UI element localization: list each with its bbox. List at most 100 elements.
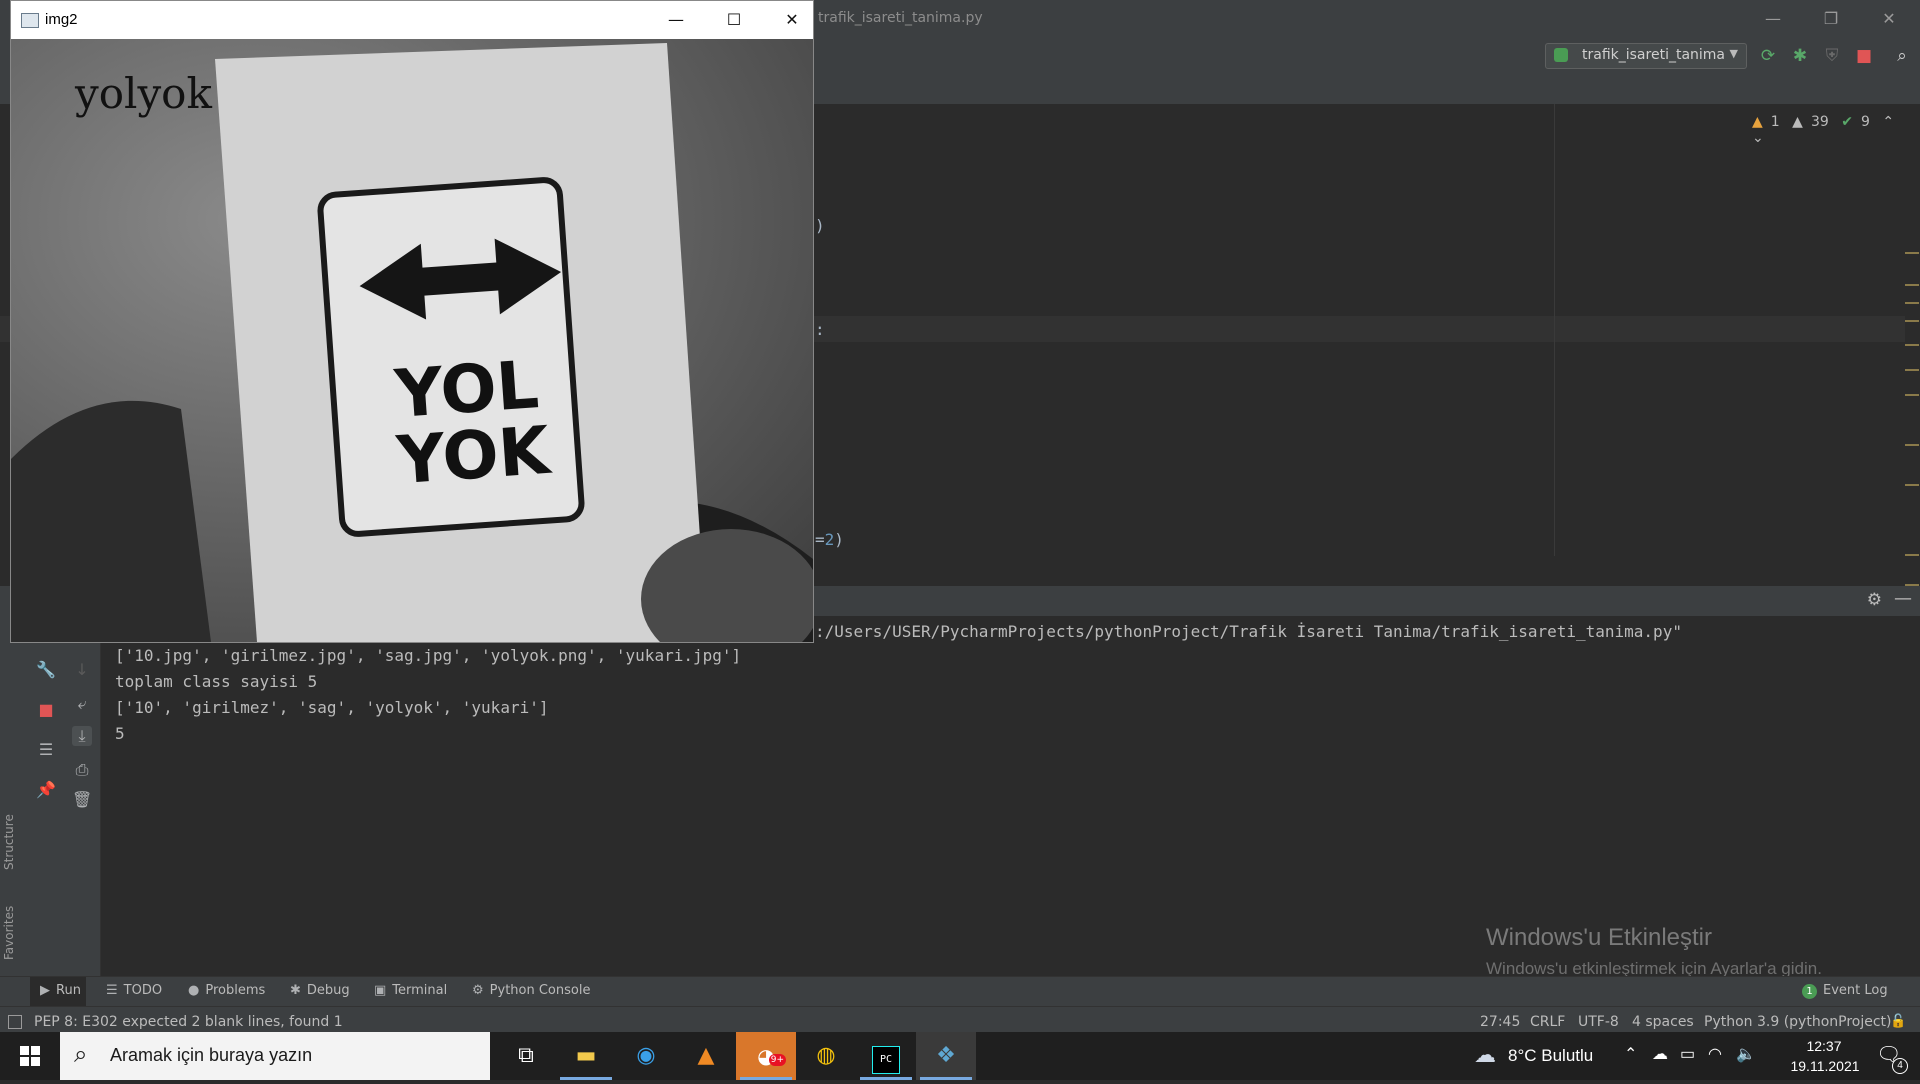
soft-wrap-icon[interactable]: ⤶ [72, 694, 92, 714]
terminal-icon: ▣ [374, 983, 387, 998]
python-file-icon [1554, 48, 1568, 62]
notification-count: 4 [1892, 1058, 1908, 1074]
stripe-mark[interactable] [1905, 302, 1919, 304]
tab-todo[interactable]: ☰ TODO [106, 983, 162, 998]
search-everywhere-icon[interactable]: ⌕ [1890, 44, 1914, 68]
stripe-mark[interactable] [1905, 444, 1919, 446]
notification-badge: 9+ [768, 1054, 786, 1066]
file-encoding[interactable]: UTF-8 [1578, 1014, 1619, 1030]
cv-title-bar[interactable]: img2 — ☐ ✕ [11, 1, 813, 39]
panel-toggle-icon[interactable] [8, 1015, 22, 1029]
inspection-widget[interactable]: ▲ 1 ▲ 39 ✔ 9 ⌃ ⌄ [1752, 114, 1920, 146]
cv-maximize-button[interactable]: ☐ [705, 1, 763, 39]
status-message[interactable]: PEP 8: E302 expected 2 blank lines, foun… [34, 1014, 343, 1030]
taskbar-search-box[interactable]: ⌕ Aramak için buraya yazın [60, 1032, 490, 1080]
pycharm-icon[interactable]: PC [856, 1032, 916, 1080]
ide-restore-button[interactable]: ❐ [1802, 0, 1860, 37]
tab-terminal[interactable]: ▣ Terminal [374, 983, 447, 998]
stripe-mark[interactable] [1905, 252, 1919, 254]
tab-run[interactable]: ▶ Run [40, 983, 81, 998]
cv-minimize-button[interactable]: — [647, 1, 705, 39]
ide-close-button[interactable]: ✕ [1860, 0, 1918, 37]
code-fragment: =2) [815, 530, 844, 549]
sign-text-line2: YOK [394, 411, 553, 500]
console-line: ['10.jpg', 'girilmez.jpg', 'sag.jpg', 'y… [115, 646, 742, 665]
system-tray: ☁ 8°C Bulutlu ⌃ ☁ ▭ ◠ 🔈 12:37 19.11.2021… [1460, 1032, 1920, 1080]
run-configuration-selector[interactable]: trafik_isareti_tanima ▼ [1545, 43, 1747, 69]
tab-python-console[interactable]: ⚙ Python Console [472, 983, 590, 998]
error-stripe[interactable] [1905, 244, 1920, 644]
debug-bug-icon[interactable]: ✱ [1788, 44, 1812, 68]
lock-icon[interactable]: 🔓 [1890, 1014, 1906, 1029]
debug-icon: ✱ [290, 983, 301, 998]
stripe-mark[interactable] [1905, 369, 1919, 371]
battery-icon[interactable]: ▭ [1680, 1044, 1695, 1064]
search-placeholder: Aramak için buraya yazın [110, 1045, 313, 1065]
onedrive-icon[interactable]: ☁ [1652, 1044, 1668, 1064]
camera-scene [11, 43, 813, 642]
stripe-mark[interactable] [1905, 554, 1919, 556]
clock-time[interactable]: 12:37 [1784, 1038, 1864, 1054]
todo-icon: ☰ [106, 983, 118, 998]
chrome-icon[interactable]: ◍ [796, 1032, 856, 1080]
task-view-icon[interactable]: ⧉ [496, 1032, 556, 1080]
prediction-label: yolyok [75, 69, 212, 118]
stripe-mark[interactable] [1905, 320, 1919, 322]
error-count: 1 [1770, 114, 1780, 130]
down-arrow-icon[interactable]: ↓ [72, 660, 92, 680]
scroll-to-end-icon[interactable]: ⤓ [72, 726, 92, 746]
tab-debug[interactable]: ✱ Debug [290, 983, 350, 998]
stop-icon[interactable]: ■ [1852, 44, 1876, 68]
ide-minimize-button[interactable]: — [1744, 0, 1802, 37]
indent-setting[interactable]: 4 spaces [1632, 1014, 1694, 1030]
event-log-button[interactable]: 1 Event Log [1802, 983, 1888, 999]
edge-browser-icon[interactable]: ◉ [616, 1032, 676, 1080]
structure-side-tab[interactable]: Structure [2, 790, 26, 870]
weather-text[interactable]: 8°C Bulutlu [1508, 1046, 1593, 1066]
wifi-icon[interactable]: ◠ [1708, 1044, 1722, 1064]
cv-window-title: img2 [45, 11, 78, 28]
run-console[interactable]: ['10.jpg', 'girilmez.jpg', 'sag.jpg', 'y… [101, 616, 1920, 976]
gear-icon[interactable]: ⚙ [1867, 590, 1882, 610]
vlc-icon[interactable]: ▲ [676, 1032, 736, 1080]
line-separator[interactable]: CRLF [1530, 1014, 1565, 1030]
console-line: toplam class sayisi 5 [115, 672, 318, 691]
stripe-mark[interactable] [1905, 484, 1919, 486]
run-toolbar-secondary: ↓ ⤶ ⤓ ⎙ 🗑 [64, 616, 101, 976]
wrench-icon[interactable]: 🔧 [36, 660, 56, 680]
stripe-mark[interactable] [1905, 344, 1919, 346]
cloud-weather-icon[interactable]: ☁ [1474, 1042, 1496, 1068]
volume-icon[interactable]: 🔈 [1736, 1044, 1756, 1064]
run-icon: ▶ [40, 983, 50, 998]
rerun-icon[interactable]: ⟳ [1756, 44, 1780, 68]
layout-icon[interactable]: ☰ [36, 740, 56, 760]
stripe-mark[interactable] [1905, 394, 1919, 396]
warning-icon: ▲ [1792, 114, 1803, 130]
favorites-side-tab[interactable]: Favorites [2, 880, 26, 960]
previous-highlight-icon[interactable]: ⌃ [1882, 114, 1894, 130]
run-configuration-label: trafik_isareti_tanima [1582, 47, 1726, 63]
tool-window-bar: ▶ Run ☰ TODO ● Problems ✱ Debug ▣ Terminal ⚙ P… [0, 976, 1920, 1007]
opencv-image-window[interactable]: img2 — ☐ ✕ YOL YOK yolyok [10, 0, 814, 643]
file-explorer-icon[interactable]: ▬ [556, 1032, 616, 1080]
python-window-icon[interactable]: ❖ [916, 1032, 976, 1080]
tab-problems[interactable]: ● Problems [188, 983, 265, 998]
python-console-icon: ⚙ [472, 983, 484, 998]
app-window-icon [21, 13, 39, 28]
stripe-mark[interactable] [1905, 284, 1919, 286]
coverage-icon[interactable]: ⛨ [1820, 44, 1844, 68]
python-interpreter[interactable]: Python 3.9 (pythonProject) [1704, 1014, 1892, 1030]
start-button[interactable] [0, 1032, 60, 1080]
chevron-up-icon[interactable]: ⌃ [1624, 1044, 1637, 1064]
next-highlight-icon[interactable]: ⌄ [1752, 130, 1764, 146]
print-icon[interactable]: ⎙ [72, 760, 92, 780]
pin-icon[interactable]: 📌 [36, 780, 56, 800]
caret-position[interactable]: 27:45 [1480, 1014, 1520, 1030]
trash-icon[interactable]: 🗑 [72, 790, 92, 810]
clock-date[interactable]: 19.11.2021 [1780, 1058, 1870, 1074]
cv-close-button[interactable]: ✕ [763, 1, 821, 39]
hide-panel-icon[interactable]: — [1894, 588, 1912, 609]
discord-icon[interactable]: ◕ 9+ [736, 1032, 796, 1080]
jacket-left [11, 400, 211, 642]
stop-icon[interactable]: ■ [36, 700, 56, 720]
